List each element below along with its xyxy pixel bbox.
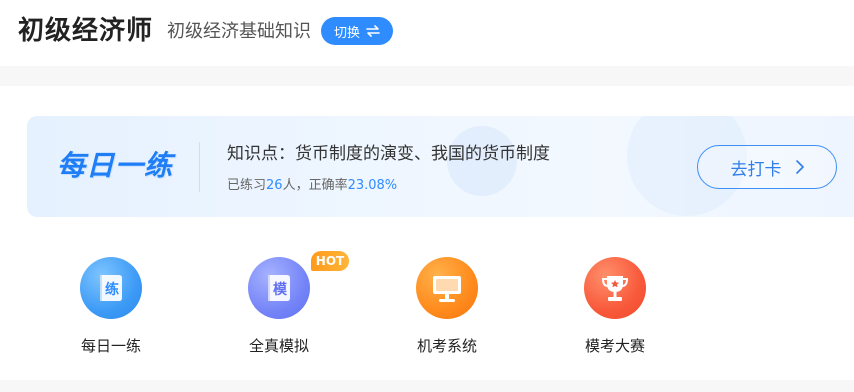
feature-label: 模考大赛	[584, 337, 645, 355]
knowledge-topics: 货币制度的演变、我国的货币制度	[295, 144, 550, 164]
feature-computer-exam[interactable]: 机考系统	[396, 257, 496, 367]
checkin-button[interactable]: 去打卡	[697, 145, 837, 189]
feature-daily-practice[interactable]: 练 每日一练	[60, 257, 160, 367]
section-divider	[0, 66, 854, 86]
checkin-label: 去打卡	[730, 159, 782, 180]
card-separator	[199, 142, 200, 192]
stats-prefix: 已练习	[227, 178, 267, 193]
feature-mock-contest[interactable]: 模考大赛	[564, 257, 664, 367]
daily-practice-logo: 每日一练	[57, 149, 174, 182]
icon-glyph: 模	[273, 281, 288, 298]
header: 初级经济师 初级经济基础知识 切换	[0, 0, 854, 64]
book-mock-icon: 模	[248, 257, 310, 319]
subject-name: 初级经济基础知识	[167, 21, 311, 42]
accuracy-rate: 23.08%	[347, 178, 398, 193]
computer-monitor-icon	[416, 257, 478, 319]
knowledge-point-text: 知识点：货币制度的演变、我国的货币制度	[227, 141, 550, 167]
bottom-divider	[0, 380, 854, 392]
exam-title: 初级经济师	[18, 16, 154, 46]
chevron-right-icon	[795, 160, 804, 174]
book-practice-icon: 练	[80, 257, 142, 319]
hot-badge: HOT	[311, 251, 349, 271]
switch-button-label: 切换	[333, 25, 360, 41]
icon-glyph: 练	[105, 281, 119, 298]
switch-subject-button[interactable]: 切换	[321, 17, 393, 45]
trophy-icon	[584, 257, 646, 319]
stats-mid: 人，正确率	[282, 178, 348, 193]
feature-label: 每日一练	[80, 337, 141, 355]
knowledge-label: 知识点：	[227, 144, 295, 164]
feature-full-mock[interactable]: 模 全真模拟	[228, 257, 328, 367]
practiced-count: 26	[266, 178, 283, 193]
practice-stats: 已练习26人，正确率23.08%	[227, 176, 397, 196]
feature-label: 全真模拟	[248, 337, 309, 355]
daily-practice-card: 每日一练 知识点：货币制度的演变、我国的货币制度 已练习26人，正确率23.08…	[27, 116, 854, 217]
feature-label: 机考系统	[416, 337, 477, 355]
swap-arrows-icon	[366, 25, 380, 37]
